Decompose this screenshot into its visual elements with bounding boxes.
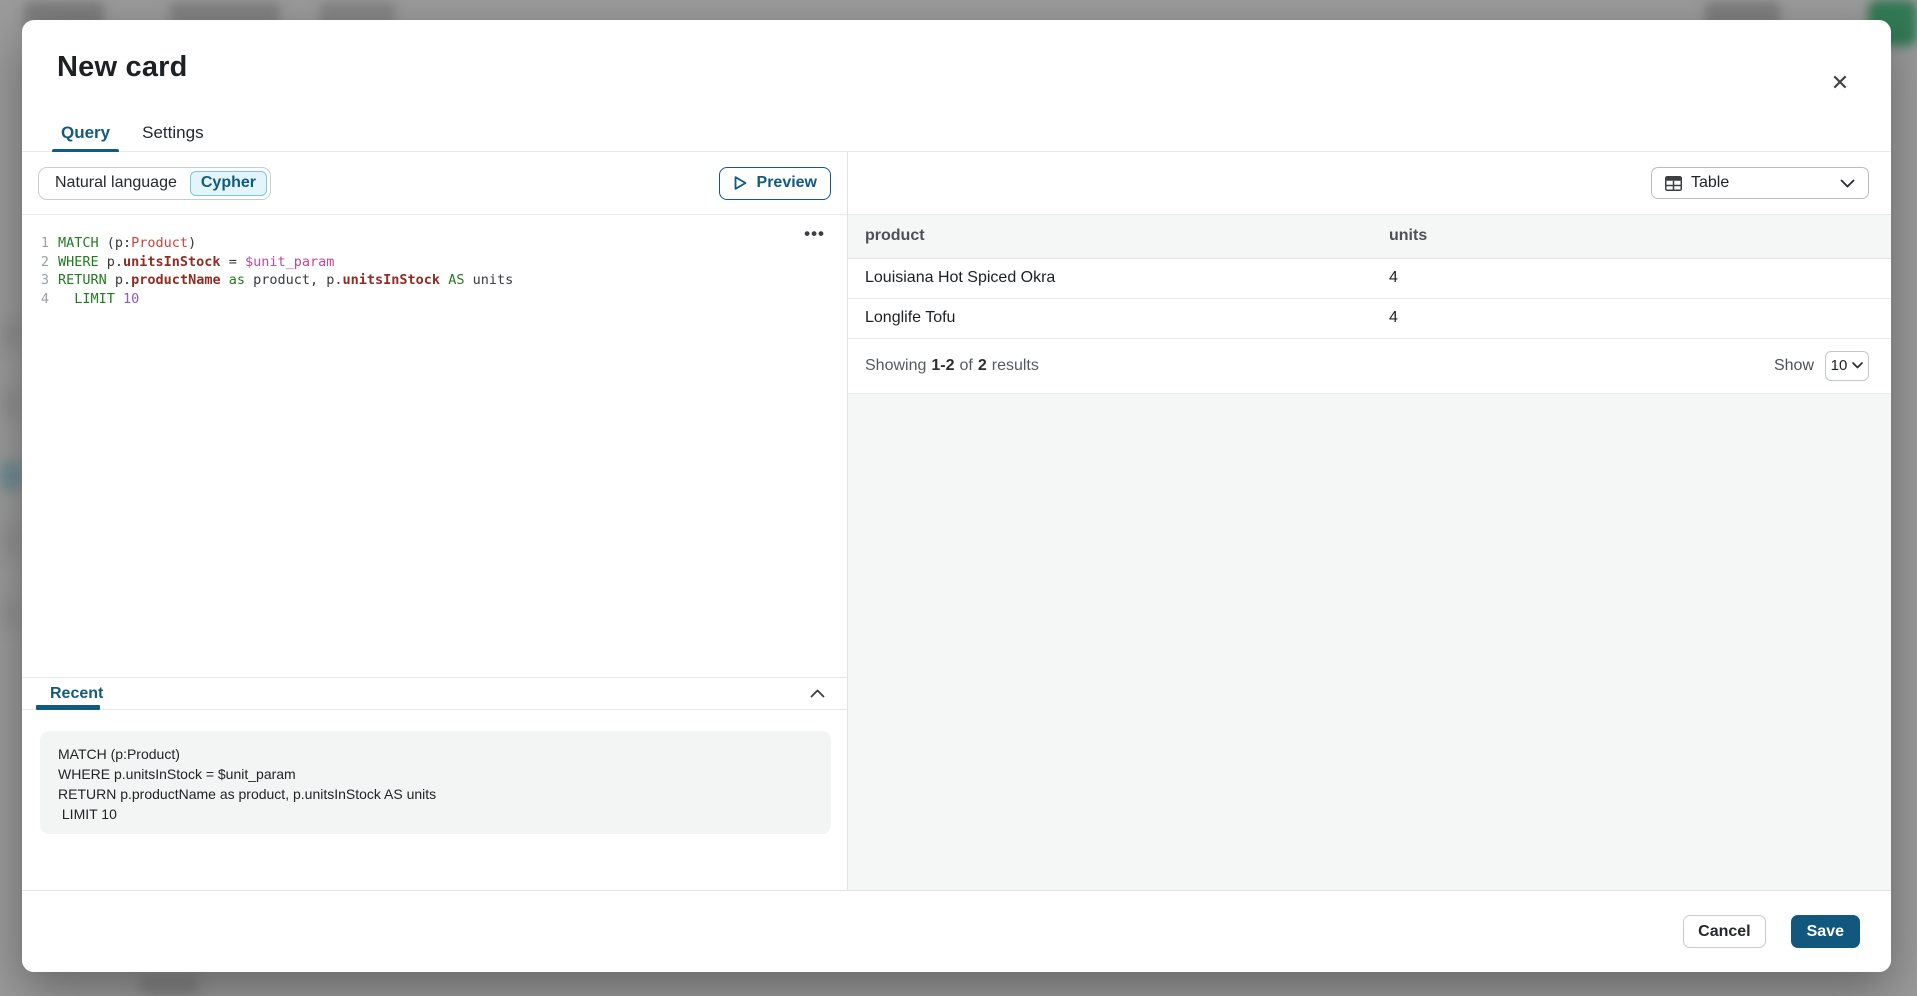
close-button[interactable]: ✕ [1825,68,1855,98]
modal-content: Natural language Cypher Preview 1234 MAT… [22,152,1891,890]
chevron-down-icon [1852,362,1863,369]
table-row[interactable]: Longlife Tofu4 [848,298,1891,338]
table-cell: Longlife Tofu [848,298,1373,338]
line-number: 1 [22,234,49,253]
modal-header: New card ✕ [22,20,1891,115]
show-label: Show [1774,357,1814,375]
close-icon: ✕ [1831,70,1849,95]
background-sidebar-item [2,600,20,628]
code-line: MATCH (p:Product) [58,234,847,253]
new-card-modal: New card ✕ Query Settings Natural langua… [22,20,1891,972]
line-number: 4 [22,290,49,309]
results-toolbar: Table [848,152,1891,215]
code-line: WHERE p.unitsInStock = $unit_param [58,253,847,272]
table-cell: 4 [1373,298,1891,338]
tab-query[interactable]: Query [52,115,119,152]
recent-query-line: MATCH (p:Product) [58,744,813,764]
table-cell: 4 [1373,258,1891,298]
table-row[interactable]: Louisiana Hot Spiced Okra4 [848,258,1891,298]
save-button[interactable]: Save [1791,915,1860,948]
visualization-type-select[interactable]: Table [1651,167,1869,199]
chevron-up-icon[interactable] [810,689,825,698]
page-size-control: Show 10 [1774,351,1869,381]
cypher-option[interactable]: Cypher [190,171,267,196]
recent-query-line: RETURN p.productName as product, p.units… [58,784,813,804]
tab-settings[interactable]: Settings [133,115,212,152]
line-number: 2 [22,253,49,272]
line-number: 3 [22,271,49,290]
column-header-product[interactable]: product [848,215,1373,258]
results-count: Showing 1-2 of 2 results [865,357,1039,375]
editor-line-numbers: 1234 [22,234,58,308]
editor-code-area: 1234 MATCH (p:Product)WHERE p.unitsInSto… [22,216,847,308]
cypher-editor[interactable]: 1234 MATCH (p:Product)WHERE p.unitsInSto… [22,216,847,676]
modal-footer: Cancel Save [22,890,1891,972]
results-empty-area [848,394,1891,891]
code-line: RETURN p.productName as product, p.units… [58,271,847,290]
query-language-toggle: Natural language Cypher [38,167,271,200]
recent-tab-underline [36,705,100,710]
code-line: LIMIT 10 [58,290,847,309]
background-sidebar-item [2,525,20,557]
background-sidebar-item [2,320,20,350]
recent-query-card[interactable]: MATCH (p:Product)WHERE p.unitsInStock = … [40,731,831,834]
preview-button[interactable]: Preview [719,167,831,200]
table-cell: Louisiana Hot Spiced Okra [848,258,1373,298]
natural-language-option[interactable]: Natural language [42,171,190,196]
recent-header[interactable]: Recent [22,677,847,710]
recent-query-line: LIMIT 10 [58,804,813,824]
query-pane: Natural language Cypher Preview 1234 MAT… [22,152,847,890]
page-title: New card [57,51,188,84]
column-header-units[interactable]: units [1373,215,1891,258]
recent-section: Recent MATCH (p:Product)WHERE p.unitsInS… [22,677,847,890]
page-size-select[interactable]: 10 [1825,351,1869,381]
results-table: product units Louisiana Hot Spiced Okra4… [848,215,1891,339]
background-footer-item [140,976,200,996]
background-sidebar-item [2,390,20,418]
background-sidebar-item-active [0,462,22,490]
tab-bar: Query Settings [22,115,1891,152]
table-header-row: product units [848,215,1891,258]
recent-query-line: WHERE p.unitsInStock = $unit_param [58,764,813,784]
editor-options-button[interactable]: ••• [804,224,825,244]
ellipsis-icon: ••• [804,224,825,243]
play-icon [733,175,748,191]
cancel-button[interactable]: Cancel [1683,915,1765,948]
editor-code-lines: MATCH (p:Product)WHERE p.unitsInStock = … [58,234,847,308]
pagination-bar: Showing 1-2 of 2 results Show 10 [848,339,1891,394]
results-pane: Table product units Louisiana Hot Spiced… [847,152,1891,890]
chevron-down-icon [1840,179,1855,188]
table-view-icon [1665,176,1682,191]
recent-tab-label: Recent [50,685,103,703]
query-toolbar: Natural language Cypher Preview [22,152,847,215]
